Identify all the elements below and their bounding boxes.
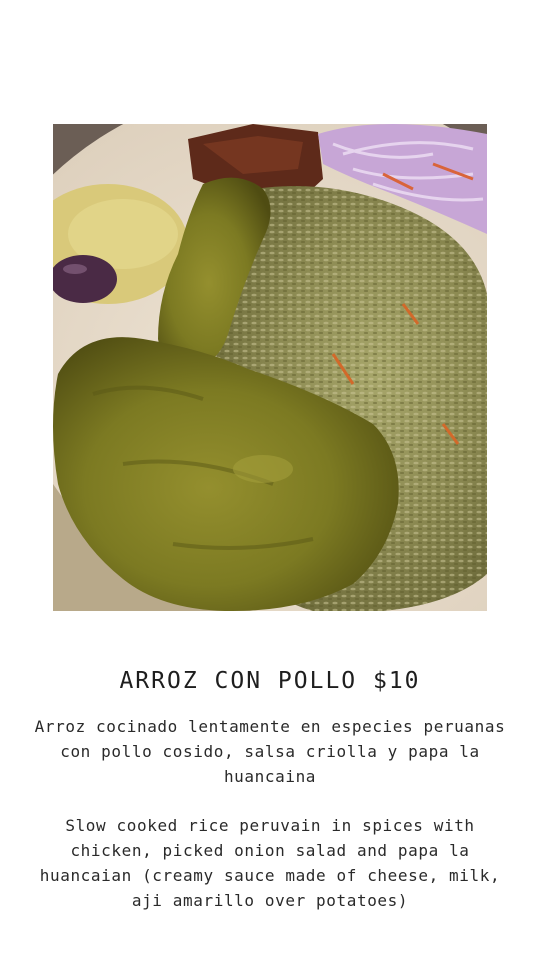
dish-photo-illustration <box>53 124 487 611</box>
dish-photo <box>53 124 487 611</box>
description-english: Slow cooked rice peruvain in spices with… <box>39 816 501 910</box>
dish-title: ARROZ CON POLLO $10 <box>119 668 421 694</box>
description-spanish: Arroz cocinado lentamente en especies pe… <box>34 717 506 786</box>
